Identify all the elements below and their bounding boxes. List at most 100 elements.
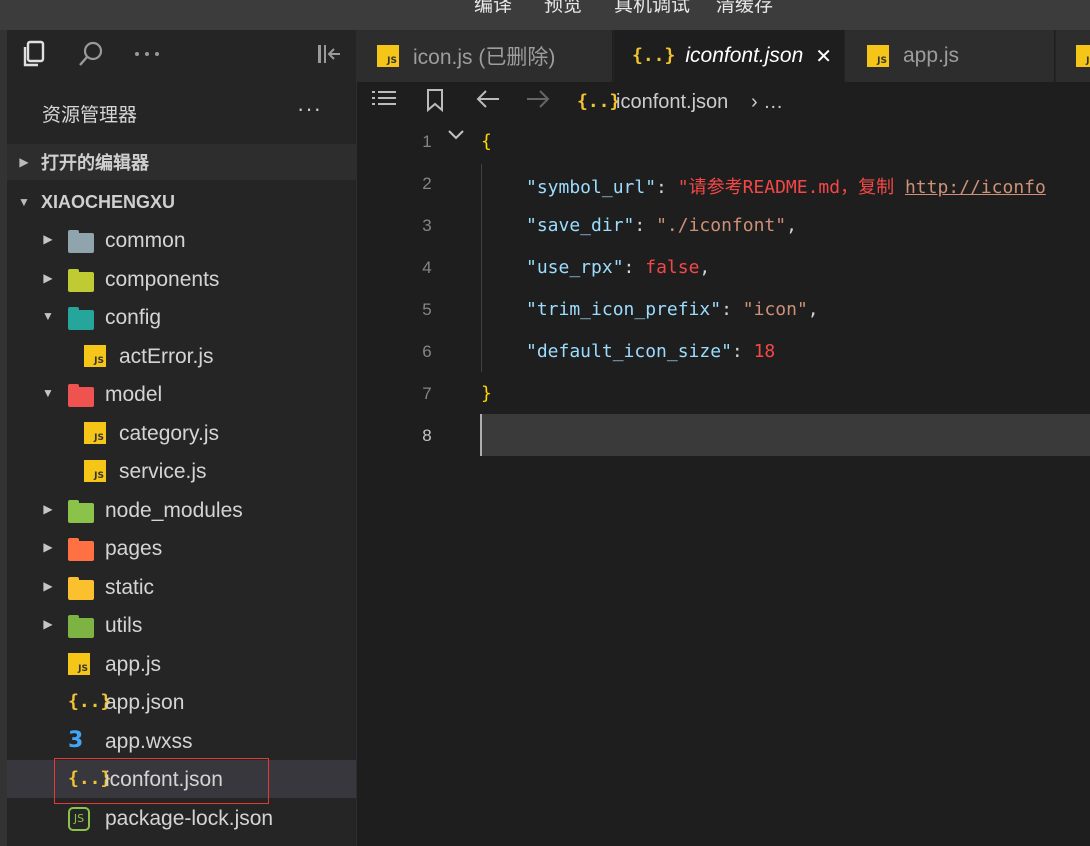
tree-item-label: service.js [119,460,207,483]
code-editor[interactable]: 1 { 2 "symbol_url": "请参考README.md，复制 htt… [357,122,1090,846]
tab-label: icon.js (已删除) [413,46,556,69]
json-file-icon: {..} [632,45,676,66]
tree-item-app-js[interactable]: JS app.js [7,645,356,683]
caret-right-icon: ▶ [19,155,29,169]
collapse-panel-icon[interactable] [313,38,345,70]
folder-icon [68,576,94,600]
tree-item-components[interactable]: ▶ components [7,260,356,298]
js-file-icon: JS [1076,45,1090,67]
chevron-right-icon[interactable]: ▶ [41,617,55,631]
tree-item-model[interactable]: ▼ model [7,375,356,413]
tree-item-package-lock-json[interactable]: JS package-lock.json [7,799,356,837]
list-icon[interactable] [371,88,397,116]
node-js-icon: JS [68,806,94,831]
tree-item-label: components [105,267,220,291]
js-file-icon: JS [84,460,110,482]
activity-edge [0,30,7,846]
tree-item-label: category.js [119,421,219,445]
chevron-right-icon[interactable]: ▶ [41,540,55,554]
chevron-right-icon[interactable]: ▶ [41,579,55,593]
open-editors-section[interactable]: ▶ 打开的编辑器 [7,144,356,180]
code-line-3: "save_dir": "./iconfont", [526,215,797,236]
menu-compile[interactable]: 编译 [474,0,512,17]
code-line-5: "trim_icon_prefix": "icon", [526,299,819,320]
tree-item-label: app.json [105,691,185,714]
tree-item-static[interactable]: ▶ static [7,568,356,606]
explorer-more-button[interactable]: ··· [297,96,322,122]
menu-clear-cache[interactable]: 清缓存 [716,0,773,17]
tree-item-node-modules[interactable]: ▶ node_modules [7,491,356,529]
selection-highlight-box [54,758,269,804]
project-label: XIAOCHENGXU [41,191,176,212]
line-number: 7 [422,384,432,403]
folder-icon [68,384,94,407]
tab-iconfont-json[interactable]: {..} iconfont.json ✕ [614,30,844,82]
code-line-6: "default_icon_size": 18 [526,341,776,362]
tree-item-label: config [105,306,162,329]
folder-icon [68,615,94,638]
tree-item-app-json[interactable]: {..} app.json [7,683,356,721]
chevron-down-icon[interactable]: ▼ [41,309,55,323]
json-file-icon: {..} [68,691,112,712]
chevron-right-icon[interactable]: ▶ [41,502,55,516]
more-icon[interactable] [131,38,163,70]
line-number: 2 [422,174,432,193]
js-file-icon: JS [68,652,94,675]
arrow-right-icon[interactable] [525,88,551,116]
code-line-4: "use_rpx": false, [526,257,711,278]
folder-icon [68,538,94,561]
menu-preview[interactable]: 预览 [544,0,582,17]
breadcrumb-more[interactable]: › … [751,91,783,114]
folder-icon [68,230,94,253]
current-line-highlight [480,414,1090,456]
breadcrumb: {..} iconfont.json › … [357,82,1090,122]
tree-item-label: package-lock.json [105,806,274,830]
chevron-right-icon[interactable]: ▶ [41,232,55,246]
line-number: 4 [422,258,432,277]
top-menu-bar: 编译 预览 真机调试 清缓存 [0,0,1090,30]
tab-label: iconfont.json [685,44,804,67]
breadcrumb-file[interactable]: iconfont.json [616,91,728,114]
explorer-sidebar: 资源管理器 ··· ▶ 打开的编辑器 ▼ XIAOCHENGXU ▶ common… [7,30,356,846]
tree-item-config[interactable]: ▼ config [7,298,356,336]
tab-app-js[interactable]: JS app.js [845,30,1055,82]
js-file-icon: JS [867,45,889,67]
tree-item-acterror-js[interactable]: JS actError.js [7,337,356,375]
tab-icon-js[interactable]: JS icon.js (已删除) [357,30,613,82]
tree-item-category-js[interactable]: JS category.js [7,414,356,452]
editor-tab-bar: JS icon.js (已删除) {..} iconfont.json ✕ JS… [357,30,1090,82]
tree-item-label: common [105,229,186,252]
code-open-brace: { [481,131,492,152]
tree-item-service-js[interactable]: JS service.js [7,452,356,490]
tree-item-label: app.wxss [105,729,193,753]
close-tab-icon[interactable]: ✕ [815,44,832,69]
tree-item-pages[interactable]: ▶ pages [7,529,356,567]
menu-device-debug[interactable]: 真机调试 [614,0,690,17]
tree-item-common[interactable]: ▶ common [7,221,356,259]
tab-overflow[interactable]: JS [1056,30,1090,82]
tree-item-app-wxss[interactable]: 3 app.wxss [7,722,356,760]
explorer-title: 资源管理器 [42,105,138,126]
arrow-left-icon[interactable] [475,88,501,116]
open-editors-label: 打开的编辑器 [41,153,149,173]
search-icon[interactable] [75,38,107,70]
line-number: 6 [422,342,432,361]
line-number: 5 [422,300,432,319]
sidebar-toolbar [7,30,356,80]
project-section[interactable]: ▼ XIAOCHENGXU [7,184,356,220]
bookmark-icon[interactable] [425,88,445,118]
caret-down-icon: ▼ [18,195,30,209]
chevron-down-icon[interactable]: ▼ [41,386,55,400]
line-number: 3 [422,216,432,235]
files-icon[interactable] [19,38,49,70]
tree-item-label: app.js [105,652,162,676]
folder-icon [68,499,94,523]
chevron-right-icon[interactable]: ▶ [41,271,55,285]
code-close-brace: } [481,383,492,404]
folder-icon [68,268,94,292]
fold-chevron-icon[interactable] [447,128,465,146]
tree-item-label: model [105,383,163,406]
tree-item-utils[interactable]: ▶ utils [7,606,356,644]
indent-guide [481,164,482,372]
tab-label: app.js [903,44,960,67]
